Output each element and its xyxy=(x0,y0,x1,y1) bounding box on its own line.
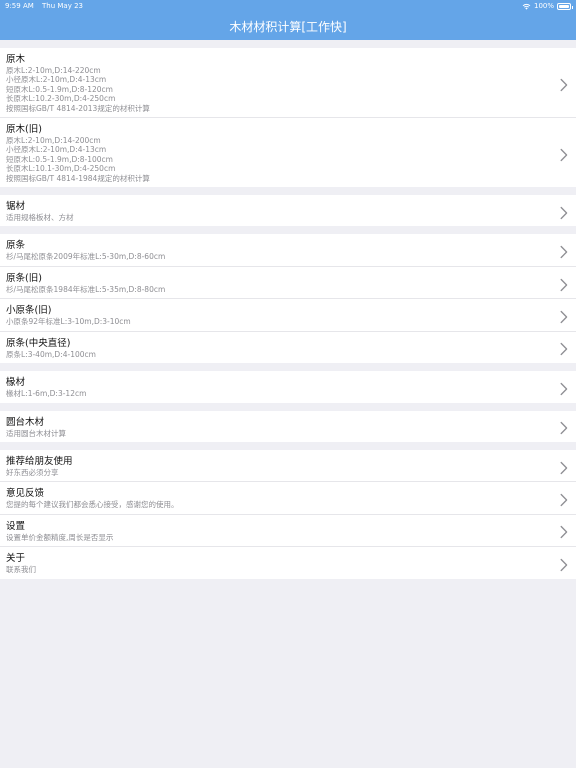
list-group: 椽材 椽材L:1-6m,D:3-12cm xyxy=(0,371,576,403)
list-item-subtitle: 好东西必须分享 xyxy=(6,467,59,477)
list-group: 推荐给朋友使用 好东西必须分享 意见反馈 您提的每个建议我们都会悉心接受，感谢您的使用… xyxy=(0,449,576,579)
list-item-title: 椽材 xyxy=(6,377,26,389)
chevron-right-icon xyxy=(560,76,568,91)
settings-list: 原木 原木L:2-10m,D:14-220cm 小径原木L:2-10m,D:4-13… xyxy=(0,48,576,587)
page-title: 木材材积计算[工作快] xyxy=(229,19,347,34)
chevron-right-icon xyxy=(560,276,568,291)
list-item[interactable]: 椽材 椽材L:1-6m,D:3-12cm xyxy=(0,371,576,402)
list-item[interactable]: 原条(中央直径) 原条L:3-40m,D:4-100cm xyxy=(0,332,576,363)
list-item-subtitle: 按照国标GB/T 4814-1984规定的材积计算 xyxy=(6,173,150,183)
chevron-right-icon xyxy=(560,146,568,161)
list-item[interactable]: 原条(旧) 杉/马尾松原条1984年标准L:5-35m,D:8-80cm xyxy=(0,267,576,300)
list-item[interactable]: 推荐给朋友使用 好东西必须分享 xyxy=(0,450,576,483)
status-time: 9:59 AM xyxy=(5,2,34,10)
list-group: 原木 原木L:2-10m,D:14-220cm 小径原木L:2-10m,D:4-13… xyxy=(0,48,576,188)
list-item-title: 圆台木材 xyxy=(6,416,45,428)
chevron-right-icon xyxy=(560,341,568,356)
list-item-subtitle: 杉/马尾松原条2009年标准L:5-30m,D:8-60cm xyxy=(6,252,166,262)
list-item-title: 推荐给朋友使用 xyxy=(6,455,73,467)
list-item[interactable]: 关于 联系我们 xyxy=(0,547,576,578)
list-item-subtitle: 按照国标GB/T 4814-2013规定的材积计算 xyxy=(6,103,150,113)
chevron-right-icon xyxy=(560,308,568,324)
list-item-subtitle: 长原木L:10.1-30m,D:4-250cm xyxy=(6,164,116,174)
list-item[interactable]: 原木 原木L:2-10m,D:14-220cm 小径原木L:2-10m,D:4-13… xyxy=(0,48,576,119)
chevron-right-icon xyxy=(560,204,568,219)
wifi-icon xyxy=(522,3,531,10)
list-item-title: 原条(旧) xyxy=(6,272,42,284)
list-item-subtitle: 原木L:2-10m,D:14-220cm xyxy=(6,66,101,75)
list-item[interactable]: 圆台木材 适用圆台木材计算 xyxy=(0,411,576,442)
list-item-title: 小原条(旧) xyxy=(6,305,52,317)
list-item-subtitle: 适用圆台木材计算 xyxy=(6,428,66,438)
list-item[interactable]: 设置 设置单价金额精度,周长是否显示 xyxy=(0,515,576,548)
list-item-title: 关于 xyxy=(6,553,26,565)
list-item-subtitle: 杉/马尾松原条1984年标准L:5-35m,D:8-80cm xyxy=(6,284,166,294)
chevron-right-icon xyxy=(560,524,568,539)
battery-icon xyxy=(557,2,573,10)
battery-percent: 100% xyxy=(533,2,554,10)
list-item-subtitle: 联系我们 xyxy=(6,565,36,575)
list-item-title: 原条 xyxy=(6,240,26,252)
list-item-subtitle: 长原木L:10.2-30m,D:4-250cm xyxy=(6,94,116,104)
list-item-title: 原条(中央直径) xyxy=(6,337,71,349)
list-item-subtitle: 设置单价金额精度,周长是否显示 xyxy=(6,532,114,542)
list-item[interactable]: 小原条(旧) 小原条92年标准L:3-10m,D:3-10cm xyxy=(0,299,576,332)
list-item-subtitle: 短原木L:0.5-1.9m,D:8-120cm xyxy=(6,84,113,94)
list-item[interactable]: 原木(旧) 原木L:2-10m,D:14-200cm 小径原木L:2-10m,D:4… xyxy=(0,118,576,187)
list-group: 锯材 适用规格板材、方材 xyxy=(0,195,576,227)
list-item-subtitle: 适用规格板材、方材 xyxy=(6,213,74,223)
list-item-subtitle: 短原木L:0.5-1.9m,D:8-100cm xyxy=(6,154,113,164)
chevron-right-icon xyxy=(560,380,568,395)
list-item-subtitle: 小径原木L:2-10m,D:4-13cm xyxy=(6,145,107,155)
list-item-title: 原木(旧) xyxy=(6,124,42,136)
chevron-right-icon xyxy=(560,492,568,507)
list-item-subtitle: 您提的每个建议我们都会悉心接受，感谢您的使用。 xyxy=(6,500,179,510)
list-item-subtitle: 小径原木L:2-10m,D:4-13cm xyxy=(6,75,107,85)
status-date: Thu May 23 xyxy=(42,2,83,10)
list-item[interactable]: 锯材 适用规格板材、方材 xyxy=(0,195,576,226)
chevron-right-icon xyxy=(560,459,568,474)
list-group: 圆台木材 适用圆台木材计算 xyxy=(0,410,576,442)
list-item[interactable]: 意见反馈 您提的每个建议我们都会悉心接受，感谢您的使用。 xyxy=(0,482,576,515)
list-group: 原条 杉/马尾松原条2009年标准L:5-30m,D:8-60cm 原条(旧) 杉/马… xyxy=(0,234,576,364)
list-item-title: 设置 xyxy=(6,520,26,532)
list-item-subtitle: 原条L:3-40m,D:4-100cm xyxy=(6,349,96,359)
list-item-title: 原木 xyxy=(6,54,26,65)
list-item-title: 意见反馈 xyxy=(6,488,45,500)
chevron-right-icon xyxy=(560,420,568,435)
status-left: 9:59 AM Thu May 23 xyxy=(5,2,89,10)
list-item[interactable]: 原条 杉/马尾松原条2009年标准L:5-30m,D:8-60cm xyxy=(0,234,576,267)
chevron-right-icon xyxy=(560,556,568,571)
nav-bar: 木材材积计算[工作快] xyxy=(0,12,576,40)
status-right: 100% xyxy=(522,2,573,10)
list-item-title: 锯材 xyxy=(6,201,26,213)
chevron-right-icon xyxy=(560,244,568,259)
status-bar: 9:59 AM Thu May 23 100% xyxy=(0,0,576,12)
list-item-subtitle: 椽材L:1-6m,D:3-12cm xyxy=(6,389,87,399)
list-item-subtitle: 小原条92年标准L:3-10m,D:3-10cm xyxy=(6,317,131,327)
